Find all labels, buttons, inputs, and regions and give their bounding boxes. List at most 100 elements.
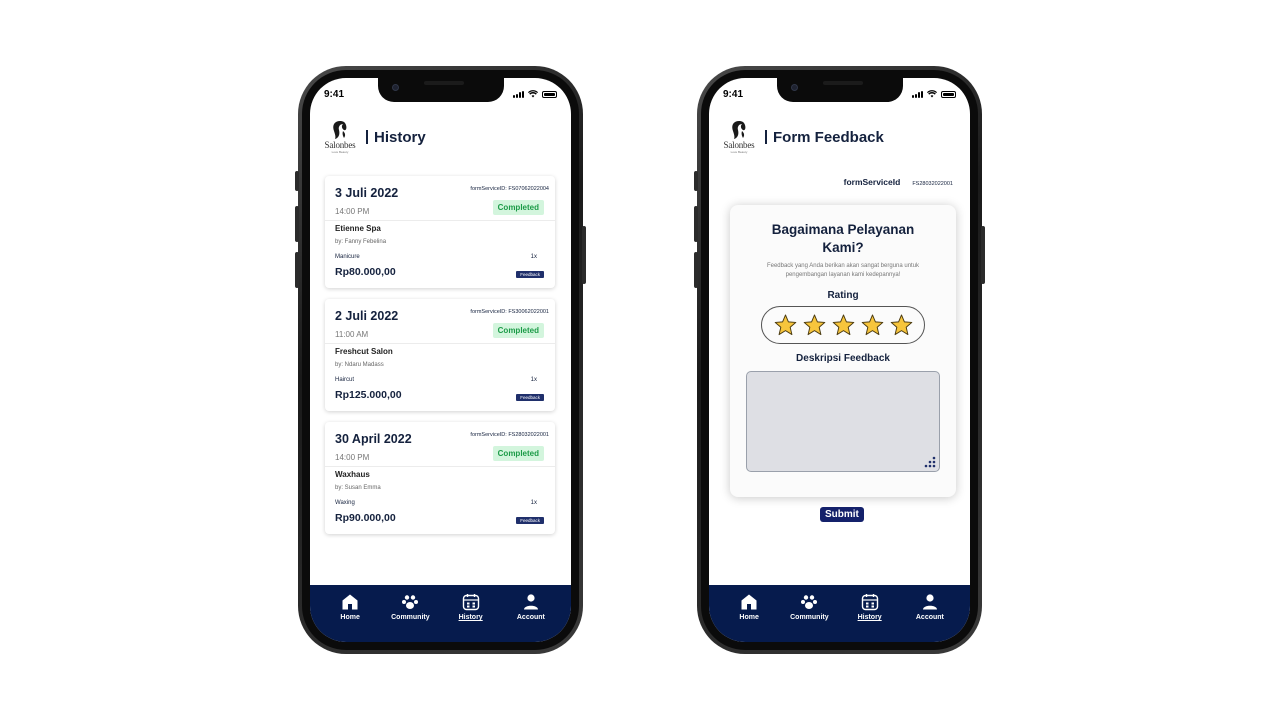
form-service-row: formServiceId FS28032022001 — [844, 177, 953, 187]
star-icon[interactable] — [803, 314, 826, 336]
page-header: Salonbes Love Beauty Form Feedback — [719, 120, 884, 154]
salon-name: Waxhaus — [335, 470, 370, 479]
account-icon — [523, 594, 538, 610]
signal-icon — [912, 91, 923, 98]
nav-label: Account — [915, 614, 944, 621]
salonbes-logo: Salonbes Love Beauty — [320, 120, 360, 154]
nav-item-account[interactable]: Account — [506, 585, 556, 642]
nav-item-community[interactable]: Community — [784, 585, 834, 642]
title-accent-bar — [366, 130, 368, 144]
phone-side-button — [295, 252, 299, 288]
phone-feedback: 9:41 Salonbes Love Beauty Form Feedback — [694, 66, 985, 654]
notch — [776, 78, 903, 102]
nav-label: Community — [790, 614, 829, 621]
order-price: Rp80.000,00 — [335, 266, 396, 278]
description-input[interactable] — [747, 372, 939, 471]
nav-item-home[interactable]: Home — [325, 585, 375, 642]
history-screen: 9:41 Salonbes Love Beauty History 3 Juli… — [310, 78, 571, 642]
order-price: Rp125.000,00 — [335, 389, 402, 401]
nav-item-history[interactable]: History — [446, 585, 496, 642]
service-qty: 1x — [530, 254, 537, 260]
description-box — [746, 371, 940, 472]
star-icon[interactable] — [774, 314, 797, 336]
feedback-question: Bagaimana Pelayanan Kami? — [771, 222, 915, 255]
service-label: Haircut — [335, 377, 355, 383]
nav-label: Home — [340, 614, 360, 621]
feedback-button[interactable]: Feedback — [516, 271, 544, 278]
home-icon — [342, 594, 358, 610]
signal-icon — [513, 91, 524, 98]
bottom-nav: Home Community History Account — [709, 585, 970, 642]
feedback-screen: 9:41 Salonbes Love Beauty Form Feedback — [709, 78, 970, 642]
history-icon — [462, 594, 479, 611]
status-badge: Completed — [492, 446, 544, 461]
star-rating[interactable] — [761, 306, 925, 344]
divider — [325, 466, 555, 467]
phone-side-button — [295, 206, 299, 242]
resize-grip-icon[interactable] — [924, 456, 936, 468]
phone-bezel: 9:41 Salonbes Love Beauty Form Feedback — [701, 70, 978, 650]
nav-label: Home — [739, 614, 759, 621]
salon-name: Etienne Spa — [335, 224, 381, 233]
submit-button[interactable]: Submit — [820, 507, 864, 522]
bottom-nav: Home Community History Account — [310, 585, 571, 642]
phone-side-button — [694, 206, 698, 242]
nav-item-home[interactable]: Home — [724, 585, 774, 642]
salonbes-logo: Salonbes Love Beauty — [719, 120, 759, 154]
star-icon[interactable] — [861, 314, 884, 336]
title-accent-bar — [765, 130, 767, 144]
phone-side-button — [694, 252, 698, 288]
status-icons — [912, 90, 956, 98]
feedback-button[interactable]: Feedback — [516, 394, 544, 401]
stylist-name: by: Ndaru Madass — [335, 362, 384, 368]
phone-bezel: 9:41 Salonbes Love Beauty History 3 Juli… — [302, 70, 579, 650]
phone-side-button — [694, 171, 698, 191]
divider — [325, 220, 555, 221]
community-icon — [402, 595, 419, 609]
service-label: Waxing — [335, 500, 355, 506]
phone-side-button — [582, 226, 586, 284]
star-icon[interactable] — [890, 314, 913, 336]
nav-item-account[interactable]: Account — [905, 585, 955, 642]
wifi-icon — [528, 90, 538, 98]
salonbes-logo-icon — [333, 121, 347, 139]
star-icon[interactable] — [832, 314, 855, 336]
salon-name: Freshcut Salon — [335, 347, 393, 356]
history-card[interactable]: 30 April 2022 formServiceID: FS280320220… — [325, 422, 555, 534]
nav-label: Community — [391, 614, 430, 621]
account-icon — [922, 594, 937, 610]
service-name: Haircut 1x — [335, 377, 545, 383]
description-label: Deskripsi Feedback — [796, 353, 890, 364]
status-time: 9:41 — [723, 89, 744, 100]
history-card[interactable]: 3 Juli 2022 formServiceID: FS07062022004… — [325, 176, 555, 288]
stylist-name: by: Fanny Febelina — [335, 239, 387, 245]
home-icon — [741, 594, 757, 610]
salonbes-logo-icon — [732, 121, 746, 139]
history-card[interactable]: 2 Juli 2022 formServiceID: FS30062022001… — [325, 299, 555, 411]
form-service-id: formServiceID: FS07062022004 — [470, 186, 549, 192]
service-qty: 1x — [530, 500, 537, 506]
logo-subtext: Love Beauty — [331, 150, 349, 154]
nav-label: History — [458, 614, 483, 621]
status-badge: Completed — [492, 323, 544, 338]
battery-icon — [941, 91, 956, 98]
logo-text: Salonbes — [723, 140, 755, 150]
status-icons — [513, 90, 557, 98]
nav-label: History — [857, 614, 882, 621]
community-icon — [801, 595, 818, 609]
feedback-subtitle: Feedback yang Anda berikan akan sangat b… — [766, 263, 920, 278]
nav-item-history[interactable]: History — [845, 585, 895, 642]
feedback-button[interactable]: Feedback — [516, 517, 544, 524]
form-service-id: formServiceID: FS28032022001 — [470, 432, 549, 438]
stylist-name: by: Susan Emma — [335, 485, 381, 491]
divider — [325, 343, 555, 344]
history-list: 3 Juli 2022 formServiceID: FS07062022004… — [325, 176, 555, 545]
history-icon — [861, 594, 878, 611]
service-label: Manicure — [335, 254, 360, 260]
feedback-card: Bagaimana Pelayanan Kami? Feedback yang … — [730, 205, 956, 497]
service-name: Manicure 1x — [335, 254, 545, 260]
rating-label: Rating — [827, 290, 859, 301]
page-header: Salonbes Love Beauty History — [320, 120, 426, 154]
nav-item-community[interactable]: Community — [385, 585, 435, 642]
page-title: History — [374, 128, 426, 146]
